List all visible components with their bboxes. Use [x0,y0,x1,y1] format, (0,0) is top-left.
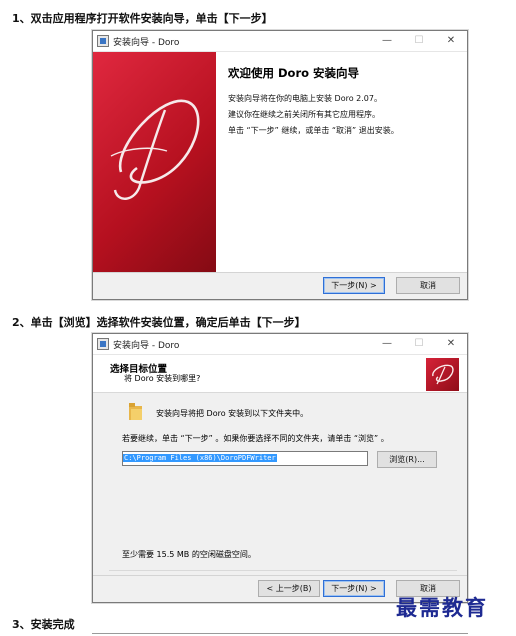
select-location-window: 安装向导 - Doro — ☐ ✕ 选择目标位置 将 Doro 安装到哪里? 安… [92,333,468,603]
doro-logo-icon [110,99,200,200]
installer-app-icon [97,35,109,47]
install-path-input[interactable]: C:\Program Files (x86)\DoroPDFWriter [122,451,368,466]
welcome-heading: 欢迎使用 Doro 安装向导 [228,66,360,80]
close-button[interactable]: ✕ [435,31,467,51]
cancel-button[interactable]: 取消 [396,277,460,294]
installer-app-icon [97,338,109,350]
disk-space-text: 至少需要 15.5 MB 的空闲磁盘空间。 [122,550,256,559]
maximize-button[interactable]: ☐ [403,31,435,51]
next-button[interactable]: 下一步(N) > [323,277,385,294]
title-bar: 安装向导 - Doro — ☐ ✕ [93,31,467,52]
window-title: 安装向导 - Doro [113,37,180,48]
step-1-caption: 1、双击应用程序打开软件安装向导，单击【下一步】 [12,12,273,25]
welcome-line-1: 安装向导将在你的电脑上安装 Doro 2.07。 [228,94,382,103]
browse-button[interactable]: 浏览(R)... [377,451,437,468]
close-button[interactable]: ✕ [435,334,467,354]
folder-icon [129,403,142,420]
wizard-footer: 下一步(N) > 取消 [93,272,467,299]
welcome-window: 安装向导 - Doro — ☐ ✕ 欢迎使用 Doro 安装向导 安装向导将在你… [92,30,468,300]
next-screenshot-edge [92,633,468,634]
step-2-caption: 2、单击【浏览】选择软件安装位置，确定后单击【下一步】 [12,316,306,329]
minimize-button[interactable]: — [371,334,403,354]
welcome-line-3: 单击 “下一步” 继续，或单击 “取消” 退出安装。 [228,126,399,135]
wizard-banner-image [93,52,216,293]
page-subtitle: 将 Doro 安装到哪里? [124,374,201,383]
footer-divider [109,570,457,571]
title-bar: 安装向导 - Doro — ☐ ✕ [93,334,467,355]
maximize-button[interactable]: ☐ [403,334,435,354]
watermark-text: 最需教育 [396,595,488,620]
doro-logo-icon [426,358,459,391]
minimize-button[interactable]: — [371,31,403,51]
next-button[interactable]: 下一步(N) > [323,580,385,597]
window-title: 安装向导 - Doro [113,340,180,351]
back-button[interactable]: < 上一步(B) [258,580,320,597]
install-path-value: C:\Program Files (x86)\DoroPDFWriter [123,454,277,462]
wizard-header: 选择目标位置 将 Doro 安装到哪里? [93,355,467,393]
instruction-text: 若要继续，单击 “下一步” 。如果你要选择不同的文件夹，请单击 “浏览” 。 [122,434,389,443]
install-to-text: 安装向导将把 Doro 安装到以下文件夹中。 [156,409,309,418]
step-3-caption: 3、安装完成 [12,618,75,631]
welcome-line-2: 建议你在继续之前关闭所有其它应用程序。 [228,110,380,119]
wizard-body: 安装向导将把 Doro 安装到以下文件夹中。 若要继续，单击 “下一步” 。如果… [93,393,467,575]
